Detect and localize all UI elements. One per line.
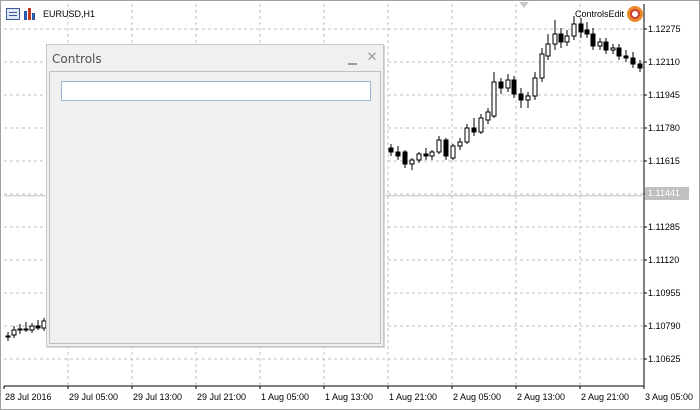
controls-dialog[interactable]: Controls ✕ [46,44,384,347]
candle-body [505,79,511,89]
time-label: 1 Aug 13:00 [325,392,374,402]
candle-body [597,41,603,47]
price-label: 1.11780 [648,123,680,133]
price-label: 1.10625 [648,354,681,364]
candle-body [423,153,429,157]
time-label: 29 Jul 05:00 [69,392,119,402]
dialog-client-area [49,71,381,344]
dialog-title: Controls [52,52,102,66]
candle-body [416,153,422,161]
candle-body [485,111,491,121]
candle-body [511,79,517,95]
time-label: 2 Aug 13:00 [517,392,566,402]
candle-body [571,23,577,37]
close-icon[interactable]: ✕ [366,51,378,65]
candle-body [539,53,545,79]
candle-body [17,328,23,331]
symbol-title: EURUSD,H1 [43,9,96,19]
price-label: 1.11615 [648,156,680,166]
time-label: 29 Jul 13:00 [133,392,183,402]
candle-body [436,139,442,153]
candle-body [525,95,531,101]
candle-body [578,23,584,33]
candle-body [498,81,504,89]
candle-body [518,93,524,101]
candle-body [545,43,551,57]
price-label: 1.10790 [648,321,681,331]
candle-body [603,41,609,51]
candle-body [388,147,394,153]
edit-input[interactable] [61,81,371,101]
time-label: 1 Aug 05:00 [261,392,310,402]
candle-body [443,139,449,157]
time-label: 2 Aug 05:00 [453,392,502,402]
candle-body [11,329,17,336]
price-label: 1.11945 [648,90,680,100]
price-label: 1.12110 [648,57,680,67]
candle-body [491,81,497,117]
candle-body [478,117,484,133]
current-price-tag: 1.11441 [645,187,689,200]
chart-title-bar: EURUSD,H1 [6,7,95,21]
candle-body [616,47,622,57]
time-label: 3 Aug 05:00 [645,392,694,402]
chart-shift-marker[interactable] [519,2,529,8]
candle-body [409,159,415,165]
time-label: 1 Aug 21:00 [389,392,438,402]
candle-body [35,325,41,329]
candle-body [584,29,590,35]
expert-name: ControlsEdit [574,9,624,19]
bar-chart-icon [23,8,37,20]
candle-body [5,335,11,338]
candle-body [471,127,477,133]
candle-body [464,127,470,143]
price-label: 1.11285 [648,222,680,232]
candle-body [590,33,596,47]
candle-body [429,151,435,157]
expert-advisor-icon[interactable] [627,6,643,22]
candle-body [630,57,636,65]
price-label: 1.11120 [648,255,680,265]
candle-body [23,328,29,331]
price-label: 1.12275 [648,24,681,34]
candle-body [558,33,564,43]
candle-body [29,325,35,331]
candle-body [564,35,570,43]
candle-body [552,33,558,45]
time-label: 29 Jul 21:00 [197,392,247,402]
price-label: 1.10955 [648,288,681,298]
dialog-caption[interactable]: Controls ✕ [47,45,383,71]
candle-body [610,47,616,51]
candle-body [450,145,456,159]
candle-body [532,77,538,97]
candle-body [623,55,629,59]
time-label: 28 Jul 2016 [5,392,52,402]
candle-body [402,151,408,165]
candle-body [395,151,401,157]
candle-body [457,141,463,147]
time-label: 2 Aug 21:00 [581,392,630,402]
minimize-icon[interactable] [348,57,358,65]
candle-body [637,63,643,69]
chart-window-icon [6,8,20,20]
